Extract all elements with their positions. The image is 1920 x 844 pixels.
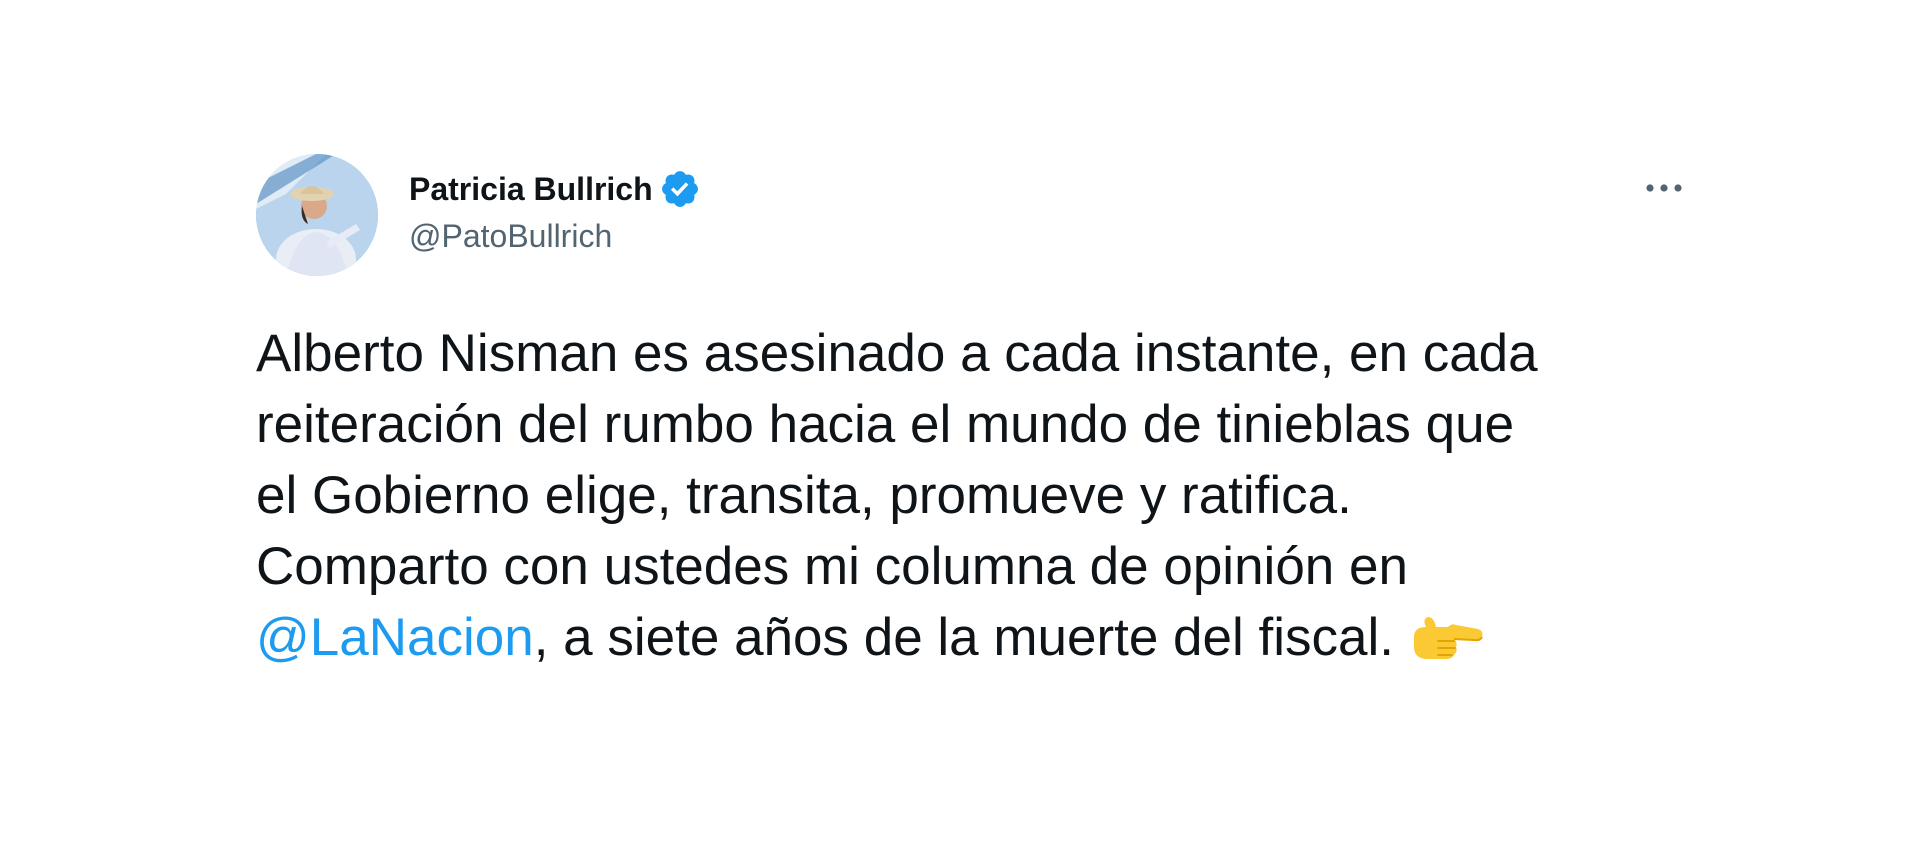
backhand-index-pointing-right-icon xyxy=(1408,615,1484,663)
name-row: Patricia Bullrich xyxy=(409,166,701,212)
profile-photo-icon xyxy=(256,154,378,276)
tweet-text-line: Comparto con ustedes mi columna de opini… xyxy=(256,537,1408,596)
tweet-text-fragment: , a siete años de la muerte del fiscal. xyxy=(533,608,1394,667)
user-handle[interactable]: @PatoBullrich xyxy=(409,218,701,255)
tweet-card: Patricia Bullrich @PatoBullrich Alberto … xyxy=(0,0,1920,844)
mention-link[interactable]: @LaNacion xyxy=(256,608,534,667)
author-block: Patricia Bullrich @PatoBullrich xyxy=(409,166,701,255)
tweet-text-line: @LaNacion, a siete años de la muerte del… xyxy=(256,602,1676,673)
tweet-text-line: Alberto Nisman es asesinado a cada insta… xyxy=(256,324,1538,383)
verified-badge-icon xyxy=(659,168,701,210)
more-options-button[interactable] xyxy=(1636,168,1692,208)
display-name[interactable]: Patricia Bullrich xyxy=(409,171,653,208)
avatar[interactable] xyxy=(256,154,378,276)
tweet-text: Alberto Nisman es asesinado a cada insta… xyxy=(256,318,1676,673)
more-dots-icon xyxy=(1646,184,1682,192)
tweet-text-line: reiteración del rumbo hacia el mundo de … xyxy=(256,395,1515,454)
tweet-text-line: el Gobierno elige, transita, promueve y … xyxy=(256,466,1352,525)
